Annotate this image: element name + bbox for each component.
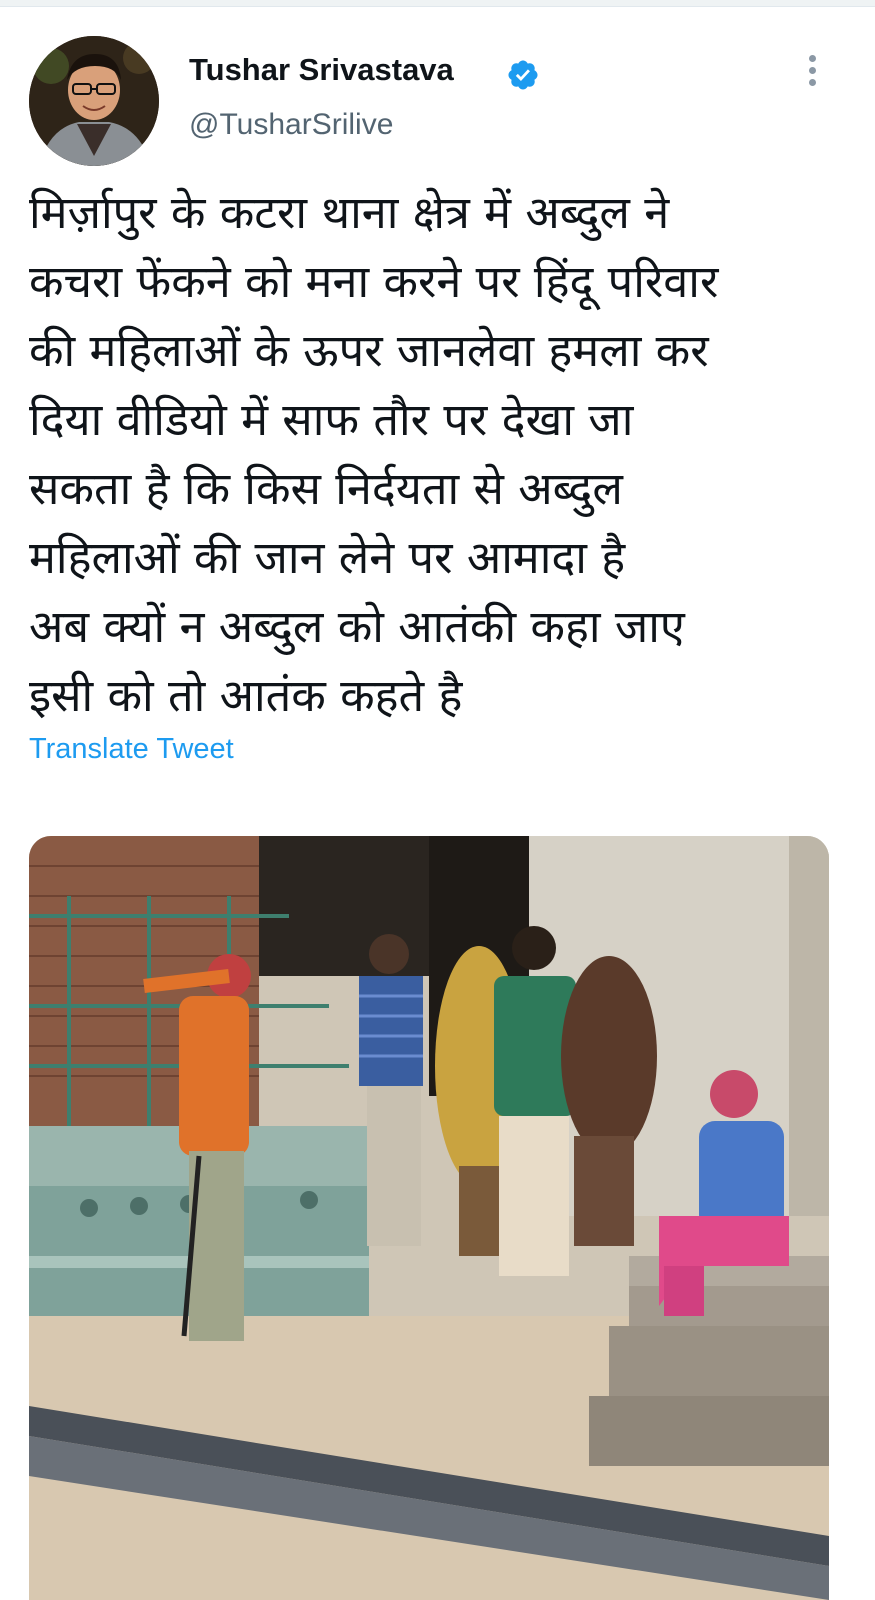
- author-display-name[interactable]: Tushar Srivastava: [189, 52, 454, 88]
- more-dot: [808, 55, 816, 62]
- video-frame-image: [29, 836, 829, 1600]
- more-dot: [808, 79, 816, 86]
- verified-badge-icon: [508, 60, 538, 90]
- more-options-icon[interactable]: [800, 55, 824, 95]
- avatar-image: [29, 36, 159, 166]
- author-avatar[interactable]: [29, 36, 159, 166]
- translate-tweet-link[interactable]: Translate Tweet: [29, 733, 234, 766]
- more-dot: [808, 67, 816, 74]
- author-handle[interactable]: @TusharSrilive: [189, 108, 393, 142]
- tweet-text: मिर्ज़ापुर के कटरा थाना क्षेत्र में अब्द…: [29, 186, 719, 722]
- tweet-header: Tushar Srivastava @TusharSrilive: [0, 0, 875, 170]
- tweet-media-video[interactable]: [29, 836, 829, 1600]
